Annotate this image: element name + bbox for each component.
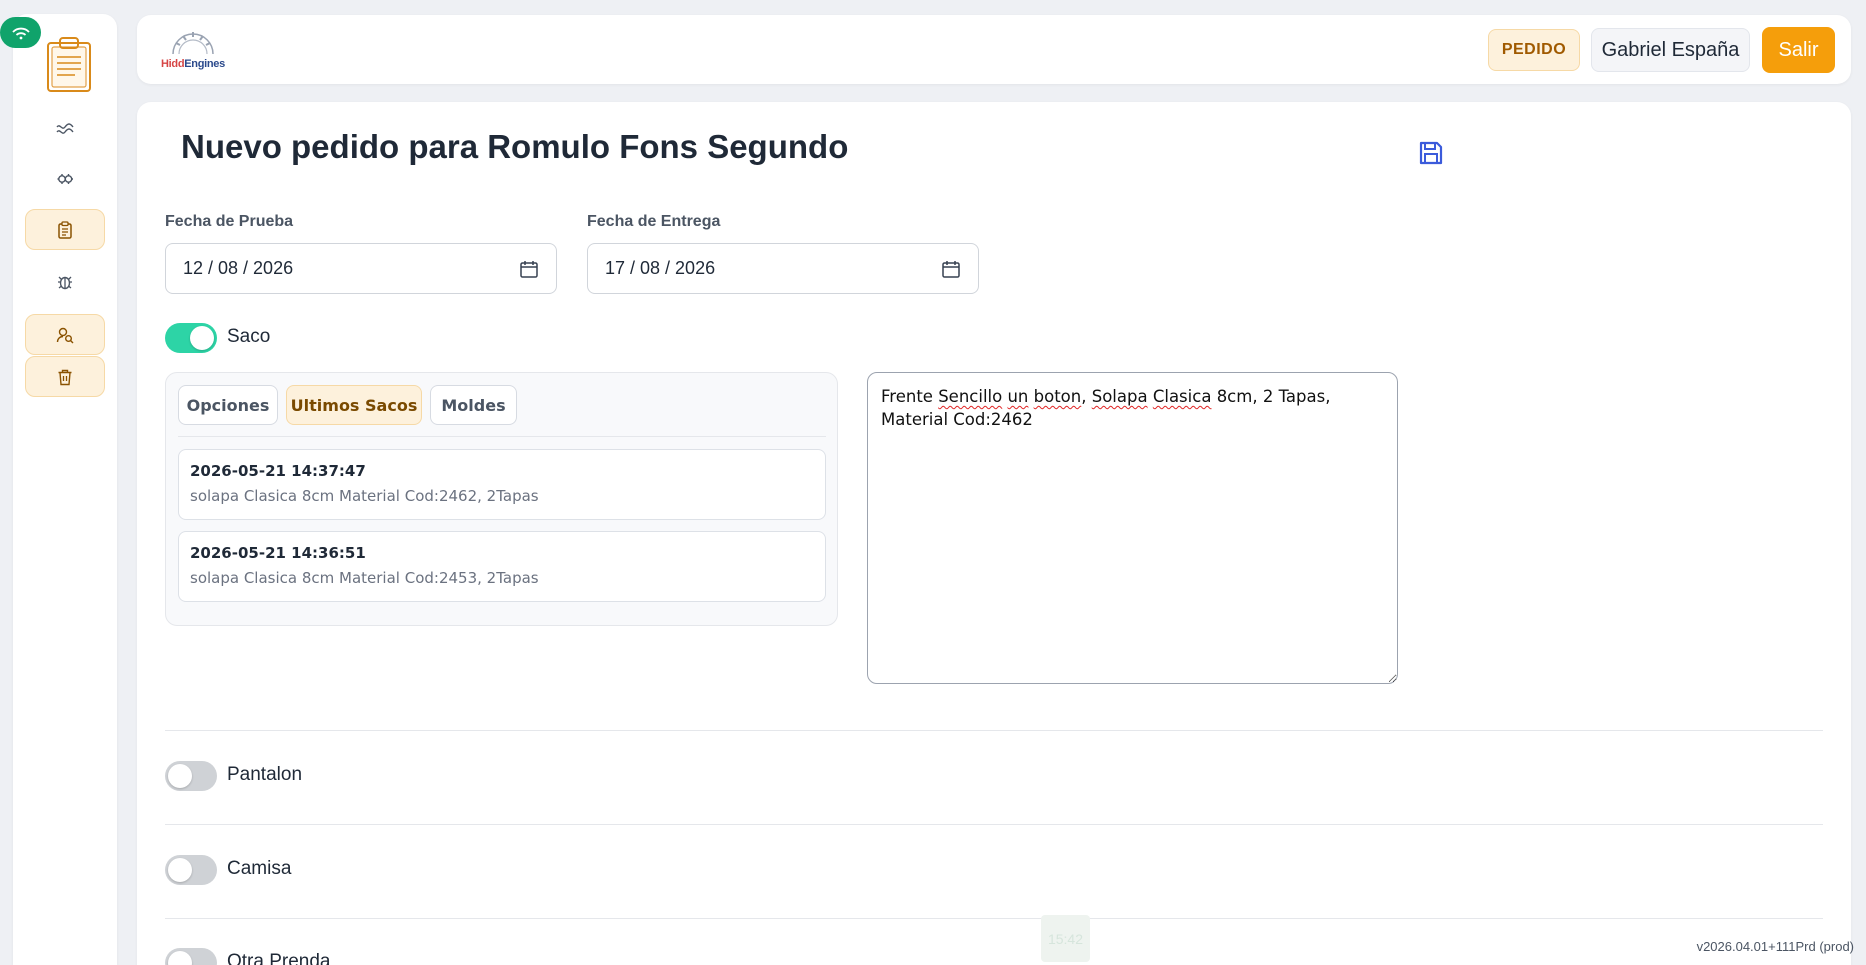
clipboard-icon xyxy=(58,220,72,239)
history-date: 2026-05-21 14:36:51 xyxy=(190,544,366,562)
tab-moldes[interactable]: Moldes xyxy=(430,385,517,425)
saco-notes-textarea[interactable]: Frente Sencillo un boton, Solapa Clasica… xyxy=(867,372,1398,684)
camisa-label: Camisa xyxy=(227,858,292,879)
notes-text: Material Cod:2462 xyxy=(881,410,1033,429)
calendar-icon[interactable] xyxy=(519,259,539,279)
chart-wave-icon xyxy=(56,122,74,134)
notes-misspelled-word: boton xyxy=(1033,387,1082,406)
page-title: Nuevo pedido para Romulo Fons Segundo xyxy=(181,128,849,165)
notes-misspelled-word: un xyxy=(1007,387,1029,406)
version-text: v2026.04.01+111Prd (prod) xyxy=(1696,939,1854,954)
history-description: solapa Clasica 8cm Material Cod:2462, 2T… xyxy=(190,487,539,505)
fecha-prueba-label: Fecha de Prueba xyxy=(165,213,294,230)
notes-word: Frente xyxy=(881,387,933,406)
mode-badge: PEDIDO xyxy=(1488,29,1580,71)
history-item[interactable]: 2026-05-21 14:37:47 solapa Clasica 8cm M… xyxy=(178,449,826,520)
brand-name: HiddEngines xyxy=(161,58,225,70)
tab-opciones[interactable]: Opciones xyxy=(178,385,278,425)
sidebar-item-dashboard[interactable] xyxy=(25,107,105,148)
notes-misspelled-word: Sencillo xyxy=(938,387,1003,406)
logout-button[interactable]: Salir xyxy=(1762,27,1835,73)
brand-logo[interactable]: HiddEngines xyxy=(159,28,227,72)
fecha-entrega-input[interactable]: 17 / 08 / 2026 xyxy=(587,243,979,294)
gear-logo-icon xyxy=(172,32,214,55)
user-search-icon xyxy=(56,327,74,343)
section-divider xyxy=(165,824,1823,825)
history-date: 2026-05-21 14:37:47 xyxy=(190,462,366,480)
toggle-knob xyxy=(168,951,192,965)
top-header: HiddEngines PEDIDO Gabriel España Salir xyxy=(137,15,1851,84)
notes-misspelled-word: Clasica xyxy=(1152,387,1212,406)
fecha-entrega-label: Fecha de Entrega xyxy=(587,213,721,230)
clock-widget: 15:42 xyxy=(1041,915,1090,962)
saco-toggle[interactable] xyxy=(165,323,217,353)
toggle-knob xyxy=(168,764,192,788)
fecha-prueba-input[interactable]: 12 / 08 / 2026 xyxy=(165,243,557,294)
save-icon[interactable] xyxy=(1418,140,1444,166)
sidebar-item-trash[interactable] xyxy=(25,356,105,397)
otra-prenda-toggle[interactable] xyxy=(165,948,217,965)
otra-prenda-label: Otra Prenda xyxy=(227,951,331,965)
history-item[interactable]: 2026-05-21 14:36:51 solapa Clasica 8cm M… xyxy=(178,531,826,602)
fecha-prueba-value: 12 / 08 / 2026 xyxy=(183,258,294,278)
pantalon-label: Pantalon xyxy=(227,764,303,785)
calendar-icon[interactable] xyxy=(941,259,961,279)
wifi-status-icon xyxy=(0,17,41,48)
order-form-card: Nuevo pedido para Romulo Fons Segundo Fe… xyxy=(137,102,1851,965)
fecha-entrega-value: 17 / 08 / 2026 xyxy=(605,258,716,278)
section-divider xyxy=(165,730,1823,731)
section-divider xyxy=(165,918,1823,919)
notes-text: 8cm, 2 Tapas, xyxy=(1216,387,1331,406)
notes-misspelled-word: Solapa xyxy=(1091,387,1148,406)
cogs-icon xyxy=(57,173,73,184)
sidebar xyxy=(13,14,117,965)
trash-icon xyxy=(58,369,72,385)
tab-ultimos-sacos[interactable]: Ultimos Sacos xyxy=(286,385,422,425)
sidebar-item-clients[interactable] xyxy=(25,314,105,355)
pantalon-toggle[interactable] xyxy=(165,761,217,791)
saco-options-panel: Opciones Ultimos Sacos Moldes 2026-05-21… xyxy=(165,372,838,626)
toggle-knob xyxy=(168,858,192,882)
history-description: solapa Clasica 8cm Material Cod:2453, 2T… xyxy=(190,569,539,587)
tab-divider xyxy=(178,436,826,437)
sidebar-item-settings[interactable] xyxy=(25,158,105,199)
toggle-knob xyxy=(190,326,214,350)
sidebar-item-orders[interactable] xyxy=(25,209,105,250)
user-button[interactable]: Gabriel España xyxy=(1591,28,1750,72)
camisa-toggle[interactable] xyxy=(165,855,217,885)
sidebar-item-bugs[interactable] xyxy=(25,261,105,302)
saco-label: Saco xyxy=(227,326,271,347)
clipboard-logo-icon[interactable] xyxy=(42,35,96,95)
bug-icon xyxy=(58,276,72,289)
